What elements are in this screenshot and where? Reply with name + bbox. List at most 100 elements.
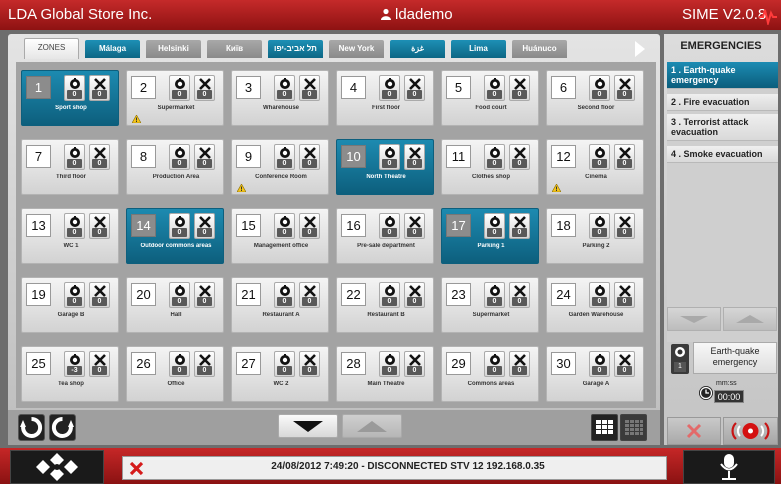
zone-card[interactable]: 26 0 0 Office bbox=[126, 346, 224, 402]
zone-card[interactable]: 10 0 0 North Theatre bbox=[336, 139, 434, 195]
zone-cancel-counter[interactable]: 0 bbox=[509, 282, 530, 308]
tab-6[interactable]: غزة bbox=[390, 40, 445, 58]
zone-alarm-counter[interactable]: 0 bbox=[484, 282, 505, 308]
zone-card[interactable]: 3 0 0 Wharehouse bbox=[231, 70, 329, 126]
tab-8[interactable]: Huánuco bbox=[512, 40, 567, 58]
zone-card[interactable]: 24 0 0 Garden Warehouse bbox=[546, 277, 644, 333]
zone-cancel-counter[interactable]: 0 bbox=[299, 213, 320, 239]
tab-0[interactable]: ZONES bbox=[24, 38, 79, 59]
zone-cancel-counter[interactable]: 0 bbox=[509, 351, 530, 377]
zone-card[interactable]: 14 0 0 Outdoor commons areas bbox=[126, 208, 224, 264]
zone-cancel-counter[interactable]: 0 bbox=[404, 144, 425, 170]
zone-cancel-counter[interactable]: 0 bbox=[614, 282, 635, 308]
zone-cancel-counter[interactable]: 0 bbox=[89, 282, 110, 308]
zone-alarm-counter[interactable]: 0 bbox=[484, 351, 505, 377]
zone-card[interactable]: 9 0 0 Conference Room bbox=[231, 139, 329, 195]
zone-card[interactable]: 21 0 0 Restaurant A bbox=[231, 277, 329, 333]
zone-card[interactable]: 11 0 0 Clothes shop bbox=[441, 139, 539, 195]
rotate-left-button[interactable] bbox=[18, 414, 45, 441]
zone-cancel-counter[interactable]: 0 bbox=[194, 75, 215, 101]
emergency-item-3[interactable]: 3 . Terrorist attack evacuation bbox=[667, 114, 778, 141]
zone-card[interactable]: 12 0 0 Cinema bbox=[546, 139, 644, 195]
zone-card[interactable]: 29 0 0 Commons areas bbox=[441, 346, 539, 402]
page-up-button[interactable] bbox=[342, 414, 402, 438]
emergency-scroll-up-button[interactable] bbox=[723, 307, 777, 331]
zone-cancel-counter[interactable]: 0 bbox=[509, 144, 530, 170]
zone-cancel-counter[interactable]: 0 bbox=[404, 282, 425, 308]
zone-card[interactable]: 8 0 0 Production Area bbox=[126, 139, 224, 195]
zone-cancel-counter[interactable]: 0 bbox=[89, 144, 110, 170]
zone-alarm-counter[interactable]: 0 bbox=[484, 75, 505, 101]
zone-card[interactable]: 20 0 0 Hall bbox=[126, 277, 224, 333]
zone-alarm-counter[interactable]: -3 bbox=[64, 351, 85, 377]
zone-alarm-counter[interactable]: 0 bbox=[379, 282, 400, 308]
grid-view-large-button[interactable] bbox=[591, 414, 618, 441]
zone-card[interactable]: 30 0 0 Garage A bbox=[546, 346, 644, 402]
zone-cancel-counter[interactable]: 0 bbox=[194, 282, 215, 308]
cancel-emergency-button[interactable] bbox=[667, 417, 721, 445]
zone-cancel-counter[interactable]: 0 bbox=[404, 351, 425, 377]
current-emergency-name[interactable]: Earth-quake emergency bbox=[693, 342, 777, 374]
zone-cancel-counter[interactable]: 0 bbox=[404, 75, 425, 101]
zone-alarm-counter[interactable]: 0 bbox=[589, 144, 610, 170]
zone-alarm-counter[interactable]: 0 bbox=[589, 213, 610, 239]
rotate-right-button[interactable] bbox=[49, 414, 76, 441]
zone-card[interactable]: 1 0 0 Sport shop bbox=[21, 70, 119, 126]
zone-card[interactable]: 18 0 0 Parking 2 bbox=[546, 208, 644, 264]
zone-alarm-counter[interactable]: 0 bbox=[379, 75, 400, 101]
zone-cancel-counter[interactable]: 0 bbox=[509, 75, 530, 101]
zone-cancel-counter[interactable]: 0 bbox=[299, 351, 320, 377]
zone-alarm-counter[interactable]: 0 bbox=[484, 213, 505, 239]
zone-cancel-counter[interactable]: 0 bbox=[89, 75, 110, 101]
zone-cancel-counter[interactable]: 0 bbox=[89, 213, 110, 239]
zone-alarm-counter[interactable]: 0 bbox=[169, 351, 190, 377]
grid-view-small-button[interactable] bbox=[620, 414, 647, 441]
zone-cancel-counter[interactable]: 0 bbox=[194, 213, 215, 239]
zone-alarm-counter[interactable]: 0 bbox=[274, 282, 295, 308]
zone-cancel-counter[interactable]: 0 bbox=[299, 282, 320, 308]
zone-card[interactable]: 19 0 0 Garage B bbox=[21, 277, 119, 333]
emergency-item-2[interactable]: 2 . Fire evacuation bbox=[667, 94, 778, 111]
zone-card[interactable]: 4 0 0 First floor bbox=[336, 70, 434, 126]
zone-alarm-counter[interactable]: 0 bbox=[64, 213, 85, 239]
zone-alarm-counter[interactable]: 0 bbox=[274, 75, 295, 101]
tab-7[interactable]: Lima bbox=[451, 40, 506, 58]
zone-alarm-counter[interactable]: 0 bbox=[274, 351, 295, 377]
microphone-button[interactable] bbox=[683, 450, 775, 484]
zone-cancel-counter[interactable]: 0 bbox=[614, 75, 635, 101]
zone-alarm-counter[interactable]: 0 bbox=[169, 213, 190, 239]
page-down-button[interactable] bbox=[278, 414, 338, 438]
zone-alarm-counter[interactable]: 0 bbox=[484, 144, 505, 170]
zone-card[interactable]: 25 -3 0 Tea shop bbox=[21, 346, 119, 402]
app-logo-button[interactable] bbox=[10, 450, 104, 484]
zone-card[interactable]: 6 0 0 Second floor bbox=[546, 70, 644, 126]
zone-alarm-counter[interactable]: 0 bbox=[589, 75, 610, 101]
zone-alarm-counter[interactable]: 0 bbox=[64, 75, 85, 101]
zone-alarm-counter[interactable]: 0 bbox=[379, 351, 400, 377]
zone-cancel-counter[interactable]: 0 bbox=[89, 351, 110, 377]
emergency-item-1[interactable]: 1 . Earth-quake emergency bbox=[667, 62, 778, 89]
zone-card[interactable]: 7 0 0 Third floor bbox=[21, 139, 119, 195]
tab-2[interactable]: Helsinki bbox=[146, 40, 201, 58]
zone-card[interactable]: 23 0 0 Supermarket bbox=[441, 277, 539, 333]
zone-cancel-counter[interactable]: 0 bbox=[194, 351, 215, 377]
tab-5[interactable]: New York bbox=[329, 40, 384, 58]
zone-alarm-counter[interactable]: 0 bbox=[379, 213, 400, 239]
tab-3[interactable]: Київ bbox=[207, 40, 262, 58]
emergency-scroll-down-button[interactable] bbox=[667, 307, 721, 331]
zone-cancel-counter[interactable]: 0 bbox=[614, 144, 635, 170]
zone-card[interactable]: 28 0 0 Main Theatre bbox=[336, 346, 434, 402]
zone-card[interactable]: 5 0 0 Food court bbox=[441, 70, 539, 126]
tab-1[interactable]: Málaga bbox=[85, 40, 140, 58]
zone-card[interactable]: 17 0 0 Parking 1 bbox=[441, 208, 539, 264]
zone-cancel-counter[interactable]: 0 bbox=[614, 213, 635, 239]
zone-alarm-counter[interactable]: 0 bbox=[274, 144, 295, 170]
zone-alarm-counter[interactable]: 0 bbox=[589, 351, 610, 377]
zone-alarm-counter[interactable]: 0 bbox=[64, 282, 85, 308]
zone-cancel-counter[interactable]: 0 bbox=[509, 213, 530, 239]
zone-cancel-counter[interactable]: 0 bbox=[194, 144, 215, 170]
zone-card[interactable]: 16 0 0 Pre-sale department bbox=[336, 208, 434, 264]
emergency-item-4[interactable]: 4 . Smoke evacuation bbox=[667, 146, 778, 163]
trigger-alarm-button[interactable] bbox=[723, 417, 778, 445]
zone-alarm-counter[interactable]: 0 bbox=[379, 144, 400, 170]
